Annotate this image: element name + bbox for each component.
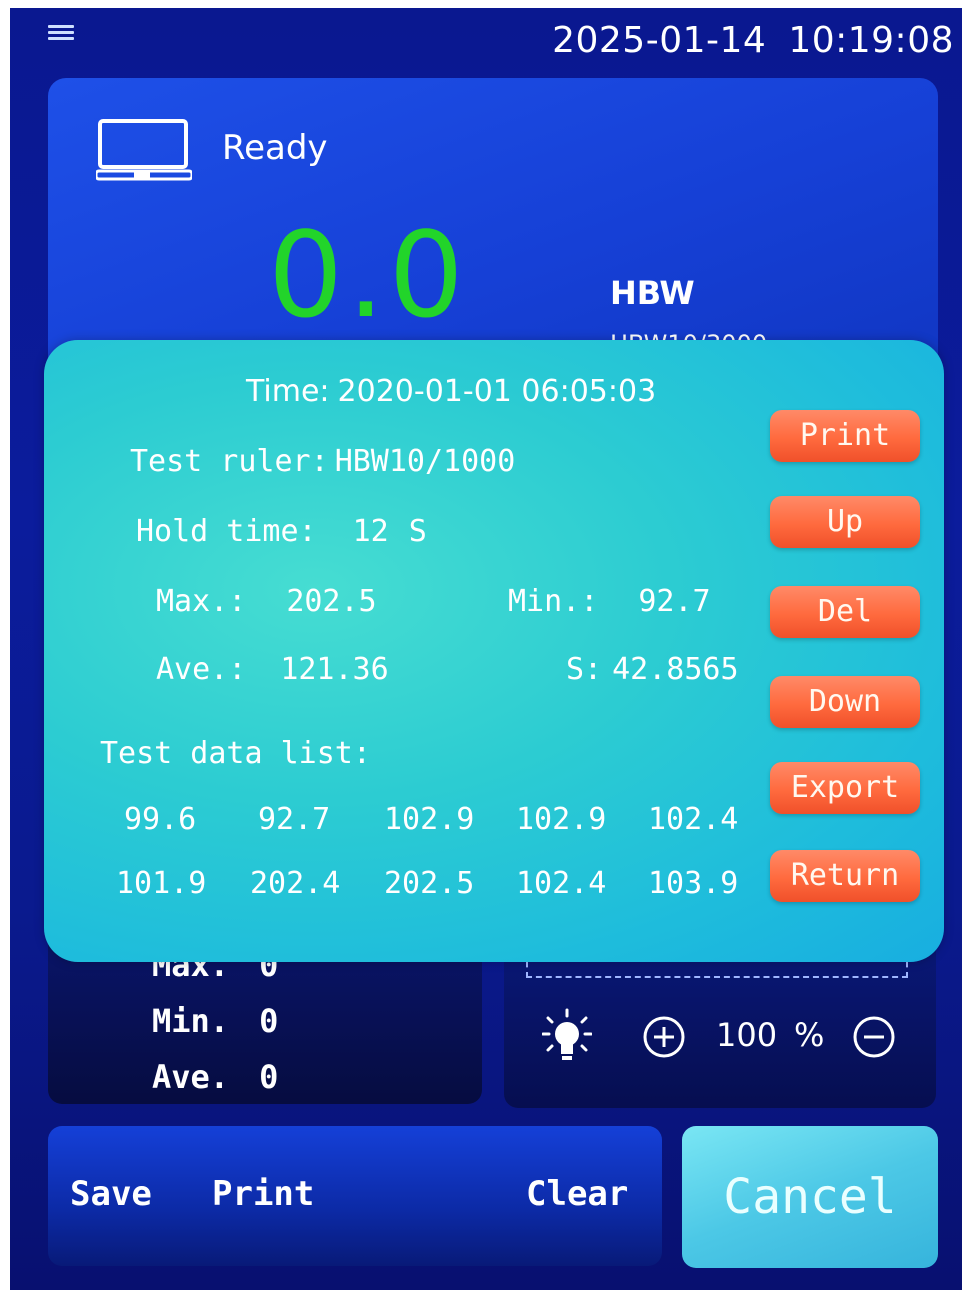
- time-value: 2020-01-01 06:05:03: [337, 374, 657, 409]
- action-bar: Save Print Clear: [48, 1126, 662, 1266]
- dialog-up-button[interactable]: Up: [770, 496, 920, 548]
- record-ave: Ave.: 121.36: [156, 652, 389, 687]
- test-record-dialog: Time: 2020-01-01 06:05:03 Test ruler: HBW1…: [44, 340, 944, 962]
- menu-icon[interactable]: [48, 22, 74, 44]
- max-label: Max.:: [156, 584, 247, 619]
- stat-min: Min. 0: [152, 1002, 278, 1040]
- increase-brightness-icon[interactable]: [642, 1015, 686, 1059]
- hold-unit: S: [408, 514, 427, 549]
- dialog-export-button[interactable]: Export: [770, 762, 920, 814]
- stat-ave-value: 0: [259, 1058, 279, 1096]
- dialog-return-button[interactable]: Return: [770, 850, 920, 902]
- max-value: 202.5: [286, 584, 377, 619]
- hold-time: Hold time: 12 S: [136, 514, 427, 549]
- dialog-delete-button[interactable]: Del: [770, 586, 920, 638]
- unit-label: HBW: [610, 274, 695, 312]
- date-text: 2025-01-14: [552, 20, 767, 61]
- cancel-button[interactable]: Cancel: [682, 1126, 938, 1268]
- data-cell: 102.9: [384, 802, 475, 837]
- s-label: S:: [566, 652, 603, 687]
- ave-value: 121.36: [280, 652, 389, 687]
- hold-value: 12: [352, 514, 389, 549]
- data-cell: 202.5: [384, 866, 475, 901]
- save-button[interactable]: Save: [70, 1174, 152, 1214]
- record-std-dev: S: 42.8565: [566, 652, 739, 687]
- data-cell: 202.4: [250, 866, 341, 901]
- stat-min-label: Min.: [152, 1002, 230, 1040]
- min-label: Min.:: [508, 584, 599, 619]
- stat-ave: Ave. 0: [152, 1058, 278, 1096]
- ruler-label: Test ruler:: [130, 444, 329, 479]
- record-min: Min.: 92.7: [508, 584, 711, 619]
- data-cell: 101.9: [116, 866, 207, 901]
- data-cell: 102.4: [516, 866, 607, 901]
- record-max: Max.: 202.5: [156, 584, 377, 619]
- ave-label: Ave.:: [156, 652, 247, 687]
- stat-ave-label: Ave.: [152, 1058, 230, 1096]
- lightbulb-icon: [542, 1008, 592, 1060]
- data-cell: 103.9: [648, 866, 739, 901]
- time-text: 10:19:08: [788, 20, 954, 61]
- data-list-label: Test data list:: [100, 736, 371, 771]
- brightness-unit: %: [794, 1016, 825, 1054]
- s-value: 42.8565: [612, 652, 739, 687]
- stat-min-value: 0: [259, 1002, 279, 1040]
- decrease-brightness-icon[interactable]: [852, 1015, 896, 1059]
- data-cell: 99.6: [124, 802, 197, 837]
- hold-label: Hold time:: [136, 514, 317, 549]
- hardness-value: 0.0: [268, 206, 468, 344]
- monitor-icon: [96, 119, 192, 181]
- device-screen: 2025-01-1410:19:08 Ready 0.0 HBW HBW10/3…: [10, 8, 962, 1290]
- dialog-down-button[interactable]: Down: [770, 676, 920, 728]
- test-ruler: Test ruler: HBW10/1000: [130, 444, 515, 479]
- data-cell: 102.9: [516, 802, 607, 837]
- print-button[interactable]: Print: [212, 1174, 314, 1214]
- data-cell: 92.7: [258, 802, 331, 837]
- brightness-value: 100: [716, 1016, 778, 1054]
- dialog-print-button[interactable]: Print: [770, 410, 920, 462]
- clear-button[interactable]: Clear: [526, 1174, 628, 1214]
- datetime-display: 2025-01-14 10:19:08: [552, 20, 954, 61]
- data-cell: 102.4: [648, 802, 739, 837]
- status-text: Ready: [222, 128, 328, 168]
- time-label: Time:: [246, 374, 330, 409]
- record-time: Time: 2020-01-01 06:05:03: [246, 374, 656, 409]
- min-value: 92.7: [638, 584, 711, 619]
- ruler-value: HBW10/1000: [334, 444, 516, 479]
